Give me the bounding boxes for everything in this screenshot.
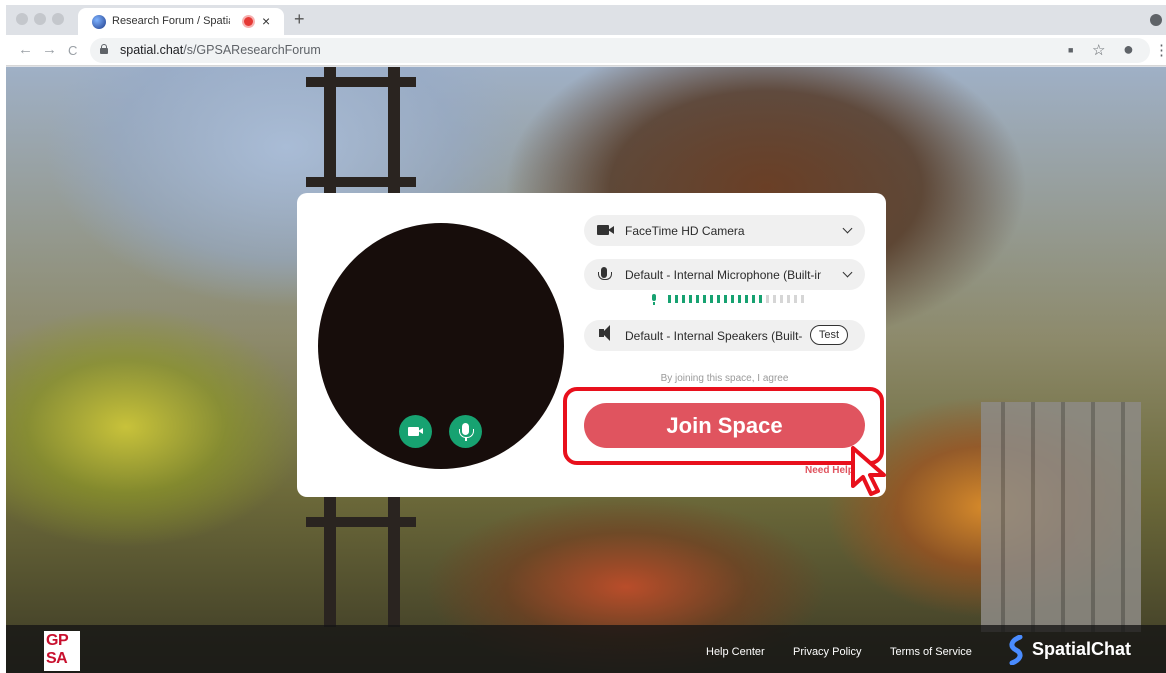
toggle-microphone-button[interactable] (449, 415, 482, 448)
browser-toolbar: ← → C spatial.chat/s/GPSAResearchForum ■… (6, 35, 1166, 66)
browser-menu-icon[interactable]: ⋮ (1154, 41, 1166, 59)
mic-level-rest (766, 295, 808, 303)
speaker-icon (599, 325, 610, 341)
reload-icon[interactable]: C (68, 43, 77, 58)
camera-icon (597, 225, 614, 235)
spatialchat-brand-name: SpatialChat (1032, 639, 1132, 659)
mic-level-meter (652, 294, 812, 305)
browser-window: Research Forum / SpatialC × + ← → C spat… (6, 5, 1166, 673)
camera-select-value: FaceTime HD Camera (625, 224, 745, 238)
camera-in-use-icon[interactable]: ■ (1068, 45, 1073, 55)
back-arrow-icon[interactable]: ← (18, 41, 33, 58)
microphone-icon (598, 267, 612, 280)
lock-icon[interactable] (100, 44, 108, 54)
terms-agreement-text: By joining this space, I agree (660, 373, 789, 384)
spatialchat-logo-icon (1009, 635, 1023, 665)
building-background (981, 402, 1141, 632)
url-path: /s/GPSAResearchForum (183, 43, 321, 57)
microphone-select[interactable]: Default - Internal Microphone (Built-in) (584, 259, 865, 290)
gpsa-logo: GP SA (44, 631, 80, 671)
terms-of-service-link[interactable]: Terms of Service (890, 646, 972, 658)
microphone-icon (459, 423, 474, 441)
browser-tab[interactable]: Research Forum / SpatialC × (78, 8, 284, 35)
join-button-highlight (563, 387, 884, 465)
mic-level-icon (652, 294, 656, 305)
mic-level-bars (668, 295, 808, 303)
url-host: spatial.chat (120, 43, 184, 57)
mic-level-fill (668, 295, 766, 303)
spatialchat-page: FaceTime HD Camera Default - Internal Mi… (6, 67, 1166, 673)
account-icon[interactable]: ● (1123, 39, 1134, 60)
recording-indicator-icon (244, 17, 253, 26)
url-text[interactable]: spatial.chat/s/GPSAResearchForum (120, 43, 321, 57)
window-zoom-dot[interactable] (52, 13, 64, 25)
spatialchat-favicon-icon (92, 15, 106, 29)
chevron-down-icon (842, 223, 853, 234)
tab-title: Research Forum / SpatialC (112, 15, 230, 27)
address-bar[interactable]: spatial.chat/s/GPSAResearchForum (90, 38, 1150, 63)
speakers-select[interactable]: Default - Internal Speakers (Built-in) T… (584, 320, 865, 351)
profile-menu-icon[interactable] (1150, 14, 1162, 26)
close-tab-icon[interactable]: × (262, 13, 270, 29)
toggle-camera-button[interactable] (399, 415, 432, 448)
page-footer: GP SA Help Center Privacy Policy Terms o… (6, 625, 1166, 673)
camera-select[interactable]: FaceTime HD Camera (584, 215, 865, 246)
join-space-dialog: FaceTime HD Camera Default - Internal Mi… (297, 193, 886, 497)
forward-arrow-icon[interactable]: → (42, 41, 57, 58)
bookmark-star-icon[interactable]: ☆ (1092, 41, 1105, 59)
speakers-select-value: Default - Internal Speakers (Built-in) (625, 329, 803, 343)
pointer-cursor-icon (851, 446, 886, 496)
video-camera-icon (408, 427, 423, 436)
tab-strip: Research Forum / SpatialC × + (6, 5, 1166, 35)
privacy-policy-link[interactable]: Privacy Policy (793, 646, 861, 658)
gpsa-logo-text: GP SA (46, 632, 68, 667)
window-minimize-dot[interactable] (34, 13, 46, 25)
window-close-dot[interactable] (16, 13, 28, 25)
test-speakers-button[interactable]: Test (810, 325, 848, 345)
new-tab-icon[interactable]: + (294, 9, 305, 30)
help-center-link[interactable]: Help Center (706, 646, 765, 658)
microphone-select-value: Default - Internal Microphone (Built-in) (625, 268, 821, 282)
chevron-down-icon (842, 267, 853, 278)
camera-preview (318, 223, 564, 469)
